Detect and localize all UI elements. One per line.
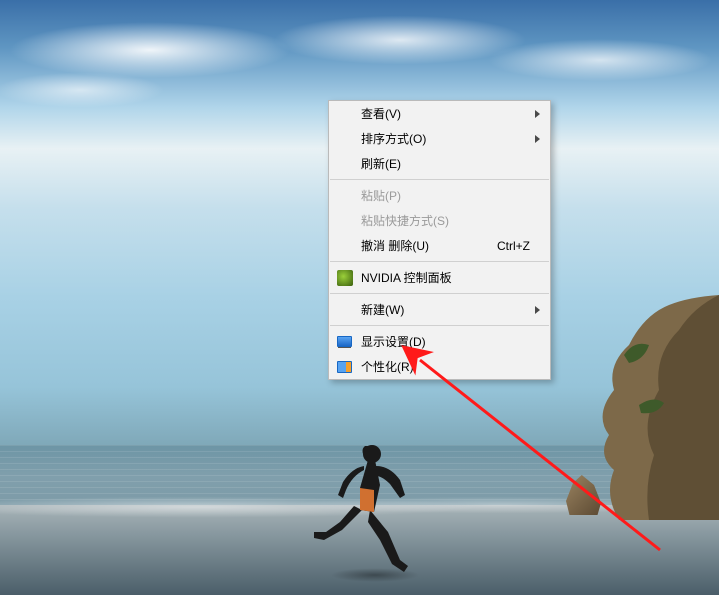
- menu-paste: 粘贴(P): [329, 183, 550, 208]
- menu-separator: [330, 293, 549, 294]
- menu-shortcut: Ctrl+Z: [481, 239, 530, 253]
- chevron-right-icon: [535, 135, 540, 143]
- menu-label: NVIDIA 控制面板: [361, 269, 530, 286]
- menu-label: 显示设置(D): [361, 333, 530, 350]
- menu-label: 刷新(E): [361, 155, 530, 172]
- menu-label: 粘贴快捷方式(S): [361, 212, 530, 229]
- desktop-context-menu: 查看(V) 排序方式(O) 刷新(E) 粘贴(P) 粘贴快捷方式(S) 撤消 删…: [328, 100, 551, 380]
- personalize-icon: [337, 361, 352, 373]
- menu-sort[interactable]: 排序方式(O): [329, 126, 550, 151]
- menu-new[interactable]: 新建(W): [329, 297, 550, 322]
- menu-refresh[interactable]: 刷新(E): [329, 151, 550, 176]
- display-icon: [337, 336, 352, 347]
- menu-separator: [330, 261, 549, 262]
- menu-separator: [330, 179, 549, 180]
- desktop-wallpaper[interactable]: 查看(V) 排序方式(O) 刷新(E) 粘贴(P) 粘贴快捷方式(S) 撤消 删…: [0, 0, 719, 595]
- menu-personalize[interactable]: 个性化(R): [329, 354, 550, 379]
- menu-nvidia-control-panel[interactable]: NVIDIA 控制面板: [329, 265, 550, 290]
- menu-label: 粘贴(P): [361, 187, 530, 204]
- menu-separator: [330, 325, 549, 326]
- menu-paste-shortcut: 粘贴快捷方式(S): [329, 208, 550, 233]
- chevron-right-icon: [535, 306, 540, 314]
- chevron-right-icon: [535, 110, 540, 118]
- nvidia-icon: [337, 270, 353, 286]
- menu-undo-delete[interactable]: 撤消 删除(U) Ctrl+Z: [329, 233, 550, 258]
- runner-figure: [310, 440, 420, 580]
- rock-formation: [589, 295, 719, 520]
- menu-label: 新建(W): [361, 301, 530, 318]
- menu-view[interactable]: 查看(V): [329, 101, 550, 126]
- menu-label: 个性化(R): [361, 358, 530, 375]
- menu-label: 撤消 删除(U): [361, 237, 481, 254]
- menu-label: 查看(V): [361, 105, 530, 122]
- menu-label: 排序方式(O): [361, 130, 530, 147]
- menu-display-settings[interactable]: 显示设置(D): [329, 329, 550, 354]
